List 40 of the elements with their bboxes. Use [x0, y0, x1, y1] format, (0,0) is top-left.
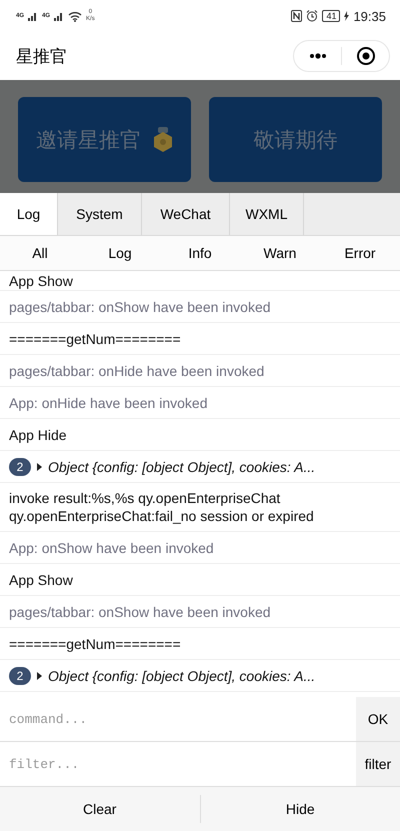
repeat-count: 2: [9, 458, 31, 476]
clock-time: 19:35: [353, 8, 386, 24]
alarm-icon: [306, 10, 318, 22]
signal-icon: [54, 11, 64, 21]
filter-tab[interactable]: Info: [160, 236, 240, 270]
log-message: Object {config: [object Object], cookies: A...: [48, 666, 316, 684]
filter-button[interactable]: filter: [356, 742, 400, 786]
charging-icon: [344, 11, 350, 21]
filter-tab[interactable]: All: [0, 236, 80, 270]
expand-icon[interactable]: [37, 672, 42, 680]
log-message: =======getNum========: [9, 330, 181, 348]
signal-icon: [28, 11, 38, 21]
log-message: App: onShow have been invoked: [9, 538, 214, 556]
console-tab[interactable]: Log: [0, 193, 58, 235]
wifi-icon: [68, 10, 82, 22]
target-icon: [356, 46, 376, 66]
footer-button[interactable]: Clear: [0, 787, 200, 831]
log-message: Object {config: [object Object], cookies: A...: [48, 458, 316, 476]
filter-tab[interactable]: Error: [320, 236, 400, 270]
log-message: pages/tabbar: onShow have been invoked: [9, 298, 271, 316]
page-title: 星推官: [16, 46, 67, 68]
log-message: App Show: [9, 273, 73, 290]
footer-button[interactable]: Hide: [200, 787, 400, 831]
more-icon: [308, 53, 326, 59]
card-label: 邀请星推官: [36, 128, 141, 154]
battery-level: 41: [322, 10, 340, 22]
ok-button[interactable]: OK: [356, 697, 400, 741]
log-message: pages/tabbar: onShow have been invoked: [9, 602, 271, 620]
card-label: 敬请期待: [254, 128, 338, 154]
log-message: pages/tabbar: onHide have been invoked: [9, 362, 264, 380]
log-message: App: onHide have been invoked: [9, 394, 208, 412]
filter-tab[interactable]: Log: [80, 236, 160, 270]
log-message: App Hide: [9, 426, 67, 444]
log-message: App Show: [9, 570, 73, 588]
nfc-icon: [291, 10, 302, 22]
log-message: =======getNum========: [9, 634, 181, 652]
repeat-count: 2: [9, 666, 31, 684]
log-message: invoke result:%s,%s qy.openEnterpriseChat qy.openEnterpriseChat:fail_no session or expired: [9, 489, 315, 525]
expand-icon[interactable]: [37, 462, 42, 470]
filter-tab[interactable]: Warn: [240, 236, 320, 270]
